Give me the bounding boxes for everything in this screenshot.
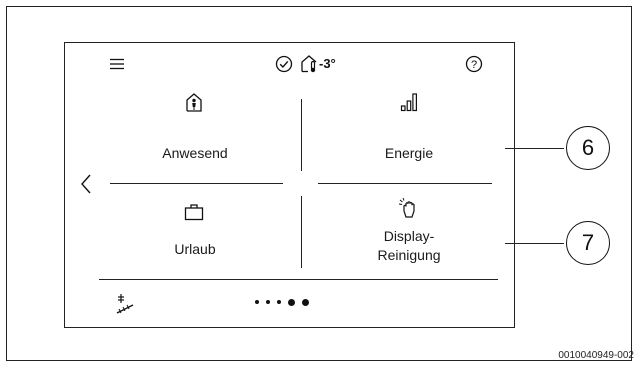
- page-dot-active[interactable]: [302, 298, 309, 306]
- house-thermometer-icon: [301, 55, 317, 73]
- outdoor-temperature: -3°: [319, 56, 336, 71]
- document-id: 0010040949-002: [558, 350, 634, 361]
- tile-urlaub-label: Urlaub: [174, 241, 216, 257]
- bar-chart-icon: [400, 93, 417, 112]
- page-indicator: [255, 296, 345, 308]
- tile-urlaub[interactable]: Urlaub: [95, 191, 295, 273]
- svg-text:?: ?: [471, 59, 477, 71]
- tile-display-reinigung-label-line1: Display-: [383, 228, 435, 244]
- callout-leader-line: [505, 243, 564, 244]
- suitcase-icon: [184, 204, 204, 221]
- page-dot[interactable]: [255, 300, 259, 304]
- page-dot[interactable]: [266, 300, 270, 304]
- installer-icon[interactable]: [115, 293, 135, 315]
- callout-number: 7: [581, 230, 595, 255]
- callout-number: 6: [581, 135, 595, 160]
- tile-anwesend-label: Anwesend: [162, 145, 228, 161]
- callout-leader-line: [505, 148, 564, 149]
- hamburger-menu-icon[interactable]: [109, 57, 125, 71]
- page-dot[interactable]: [277, 300, 281, 304]
- vertical-divider-bottom: [301, 196, 302, 268]
- hand-touch-icon: [398, 197, 415, 218]
- tile-energie[interactable]: Energie: [309, 83, 509, 173]
- tile-energie-label: Energie: [384, 145, 434, 161]
- page-dot[interactable]: [288, 298, 295, 306]
- chevron-left-icon[interactable]: [79, 173, 93, 195]
- tile-display-reinigung-label-line2: Reinigung: [377, 247, 441, 263]
- horizontal-divider-right: [318, 183, 492, 184]
- vertical-divider-top: [301, 99, 302, 171]
- device-screen: -3° ? Anwesend Energie Urlaub Display- R…: [64, 42, 515, 328]
- house-person-icon: [186, 93, 202, 112]
- question-circle-icon[interactable]: ?: [465, 55, 483, 73]
- tile-anwesend[interactable]: Anwesend: [95, 83, 295, 173]
- footer-divider: [99, 279, 498, 280]
- tile-display-reinigung[interactable]: Display- Reinigung: [309, 191, 509, 273]
- horizontal-divider-left: [110, 183, 283, 184]
- check-circle-icon: [275, 55, 293, 73]
